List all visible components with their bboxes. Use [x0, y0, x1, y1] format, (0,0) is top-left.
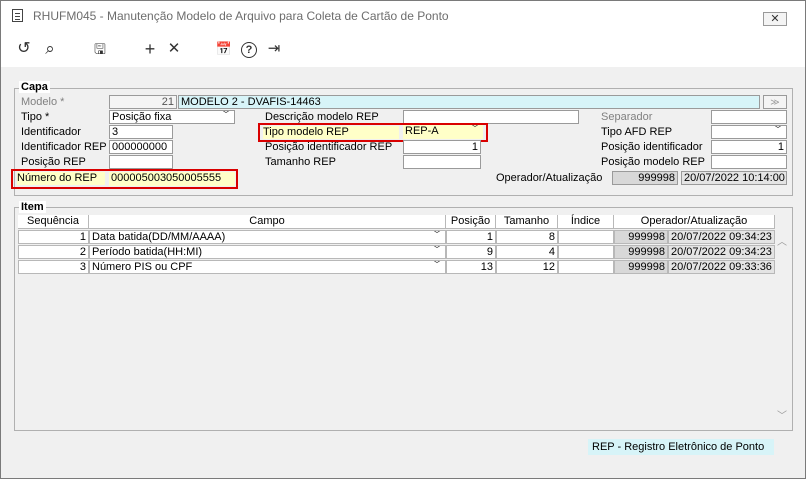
row1-sequencia: 1 [18, 230, 89, 244]
identificador-rep-label: Identificador REP [21, 141, 107, 153]
row2-atualizacao: 20/07/2022 09:34:23 [668, 245, 775, 259]
close-button[interactable]: ✕ [763, 12, 787, 26]
row2-indice[interactable] [558, 245, 614, 259]
chevron-down-icon: ﹀ [773, 125, 783, 136]
item-legend: Item [19, 201, 46, 213]
row1-atualizacao: 20/07/2022 09:34:23 [668, 230, 775, 244]
add-icon[interactable]: + [141, 40, 159, 58]
row3-indice[interactable] [558, 260, 614, 274]
column-header-campo[interactable]: Campo [89, 215, 446, 229]
modelo-code-field: 21 [109, 95, 177, 109]
exit-icon[interactable]: ⇥ [265, 40, 283, 58]
search-icon[interactable]: ⌕ [41, 40, 59, 58]
status-bar: REP - Registro Eletrônico de Ponto [588, 439, 774, 455]
column-header-sequencia[interactable]: Sequência [18, 215, 89, 229]
row3-operador: 999998 [614, 260, 668, 274]
column-header-tamanho[interactable]: Tamanho [496, 215, 558, 229]
row3-tamanho[interactable]: 12 [496, 260, 558, 274]
row1-campo-select[interactable]: Data batida(DD/MM/AAAA) ﹀ [89, 230, 446, 244]
tamanho-rep-field[interactable] [403, 155, 481, 169]
modelo-lookup-button[interactable]: ≫ [763, 95, 787, 109]
tipo-select[interactable]: Posição fixa ﹀ [109, 110, 235, 124]
column-header-posicao[interactable]: Posição [446, 215, 496, 229]
title-bar: RHUFM045 - Manutenção Modelo de Arquivo … [1, 1, 805, 29]
chevron-down-icon: ﹀ [221, 110, 231, 121]
identificador-field[interactable]: 3 [109, 125, 173, 139]
posicao-rep-field[interactable] [109, 155, 173, 169]
tipo-value: Posição fixa [112, 111, 172, 123]
row1-campo: Data batida(DD/MM/AAAA) [92, 231, 226, 243]
tamanho-rep-label: Tamanho REP [265, 156, 336, 168]
chevron-down-icon: ﹀ [432, 245, 442, 256]
chevron-down-icon: ﹀ [432, 260, 442, 271]
column-header-operador[interactable]: Operador/Atualização [614, 215, 775, 229]
row2-sequencia: 2 [18, 245, 89, 259]
row3-campo-select[interactable]: Número PIS ou CPF ﹀ [89, 260, 446, 274]
column-header-indice[interactable]: Índice [558, 215, 614, 229]
row3-atualizacao: 20/07/2022 09:33:36 [668, 260, 775, 274]
chevron-down-icon: ﹀ [432, 230, 442, 241]
row2-operador: 999998 [614, 245, 668, 259]
capa-legend: Capa [19, 81, 50, 93]
undo-icon[interactable]: ↺ [15, 40, 33, 58]
posicao-identificador-label: Posição identificador [601, 141, 703, 153]
row2-campo: Período batida(HH:MI) [92, 246, 203, 258]
numero-rep-label: Número do REP [17, 172, 105, 185]
scroll-down-icon[interactable]: ﹀ [776, 407, 788, 422]
operador-label: Operador/Atualização [496, 172, 603, 184]
tipo-afd-label: Tipo AFD REP [601, 126, 673, 138]
row3-sequencia: 3 [18, 260, 89, 274]
modelo-label: Modelo * [21, 96, 65, 108]
chevron-down-icon: ﹀ [470, 125, 480, 135]
scroll-up-icon[interactable]: ︿ [776, 233, 788, 248]
help-icon[interactable]: ? [241, 42, 257, 58]
tipo-label: Tipo * [21, 111, 50, 123]
separador-label: Separador [601, 111, 653, 123]
descricao-modelo-label: Descrição modelo REP [265, 111, 379, 123]
posicao-identificador-rep-field[interactable]: 1 [403, 140, 481, 154]
row1-posicao[interactable]: 1 [446, 230, 496, 244]
identificador-rep-field[interactable]: 000000000 [109, 140, 173, 154]
posicao-identificador-rep-label: Posição identificador REP [265, 141, 393, 153]
delete-icon[interactable]: ✕ [165, 40, 183, 58]
atualizacao-field: 20/07/2022 10:14:00 [681, 171, 787, 185]
row2-posicao[interactable]: 9 [446, 245, 496, 259]
numero-rep-field[interactable]: 000005003050005555 [109, 172, 235, 186]
operador-field: 999998 [612, 171, 678, 185]
posicao-modelo-field[interactable] [711, 155, 787, 169]
row2-tamanho[interactable]: 4 [496, 245, 558, 259]
separador-field[interactable] [711, 110, 787, 124]
window-title: RHUFM045 - Manutenção Modelo de Arquivo … [33, 9, 449, 23]
row1-operador: 999998 [614, 230, 668, 244]
posicao-rep-label: Posição REP [21, 156, 86, 168]
calendar-icon[interactable]: 📅 [215, 40, 233, 58]
item-grid-header: Sequência Campo Posição Tamanho Índice O… [18, 215, 775, 229]
modelo-description-field[interactable]: MODELO 2 - DVAFIS-14463 [178, 95, 760, 109]
descricao-modelo-field[interactable] [403, 110, 579, 124]
save-icon[interactable]: 🖫 [91, 40, 109, 58]
tipo-modelo-value: REP-A [405, 125, 439, 137]
posicao-modelo-label: Posição modelo REP [601, 156, 705, 168]
row2-campo-select[interactable]: Período batida(HH:MI) ﹀ [89, 245, 446, 259]
document-icon [12, 9, 23, 22]
tipo-afd-select[interactable]: ﹀ [711, 125, 787, 139]
row1-indice[interactable] [558, 230, 614, 244]
toolbar: ↺ ⌕ 🖫 + ✕ 📅 ? ⇥ [1, 29, 805, 67]
identificador-label: Identificador [21, 126, 81, 138]
posicao-identificador-field[interactable]: 1 [711, 140, 787, 154]
tipo-modelo-select[interactable]: REP-A ﹀ [403, 125, 483, 139]
row3-campo: Número PIS ou CPF [92, 261, 193, 273]
tipo-modelo-label: Tipo modelo REP [263, 126, 399, 139]
row1-tamanho[interactable]: 8 [496, 230, 558, 244]
row3-posicao[interactable]: 13 [446, 260, 496, 274]
main-window: RHUFM045 - Manutenção Modelo de Arquivo … [0, 0, 806, 479]
